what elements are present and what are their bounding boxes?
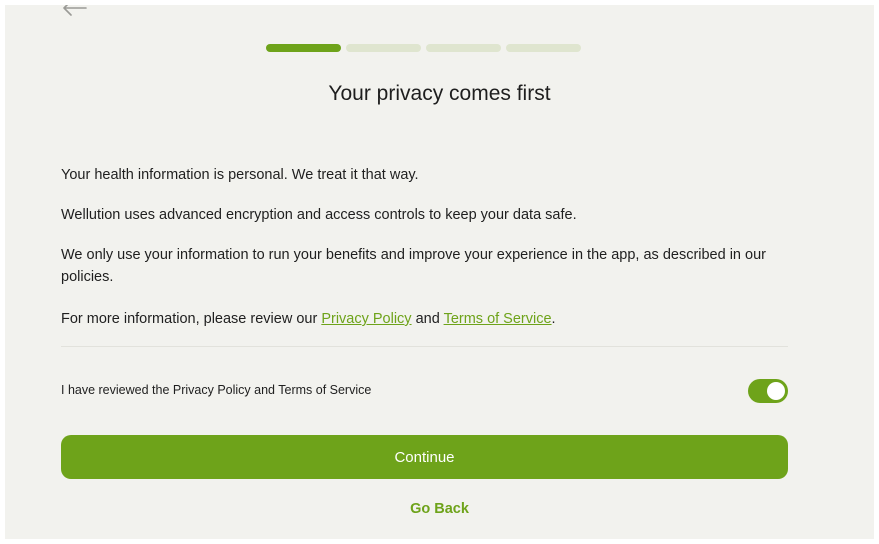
privacy-paragraph-4: For more information, please review our … bbox=[61, 308, 781, 330]
onboarding-screen: Your privacy comes first Your health inf… bbox=[5, 5, 874, 539]
privacy-paragraph-1: Your health information is personal. We … bbox=[61, 167, 419, 183]
progress-step-3 bbox=[426, 44, 501, 52]
toggle-knob bbox=[767, 382, 785, 400]
policy-text-prefix: For more information, please review our bbox=[61, 311, 322, 327]
privacy-paragraph-3: We only use your information to run your… bbox=[61, 247, 766, 285]
acknowledgement-label: I have reviewed the Privacy Policy and T… bbox=[61, 383, 372, 397]
page-title: Your privacy comes first bbox=[328, 82, 551, 105]
go-back-link[interactable]: Go Back bbox=[5, 501, 874, 517]
progress-step-1 bbox=[266, 44, 341, 52]
continue-button[interactable]: Continue bbox=[61, 435, 788, 479]
privacy-paragraph-2: Wellution uses advanced encryption and a… bbox=[61, 207, 577, 223]
policy-text-middle: and bbox=[411, 311, 444, 327]
arrow-left-icon[interactable] bbox=[60, 5, 88, 19]
step-progress bbox=[266, 44, 581, 52]
policy-text-suffix: . bbox=[551, 311, 556, 327]
terms-of-service-link[interactable]: Terms of Service bbox=[444, 311, 552, 327]
acknowledgement-toggle[interactable] bbox=[748, 379, 788, 403]
progress-step-4 bbox=[506, 44, 581, 52]
privacy-policy-link[interactable]: Privacy Policy bbox=[321, 311, 411, 327]
progress-step-2 bbox=[346, 44, 421, 52]
divider bbox=[61, 346, 788, 347]
